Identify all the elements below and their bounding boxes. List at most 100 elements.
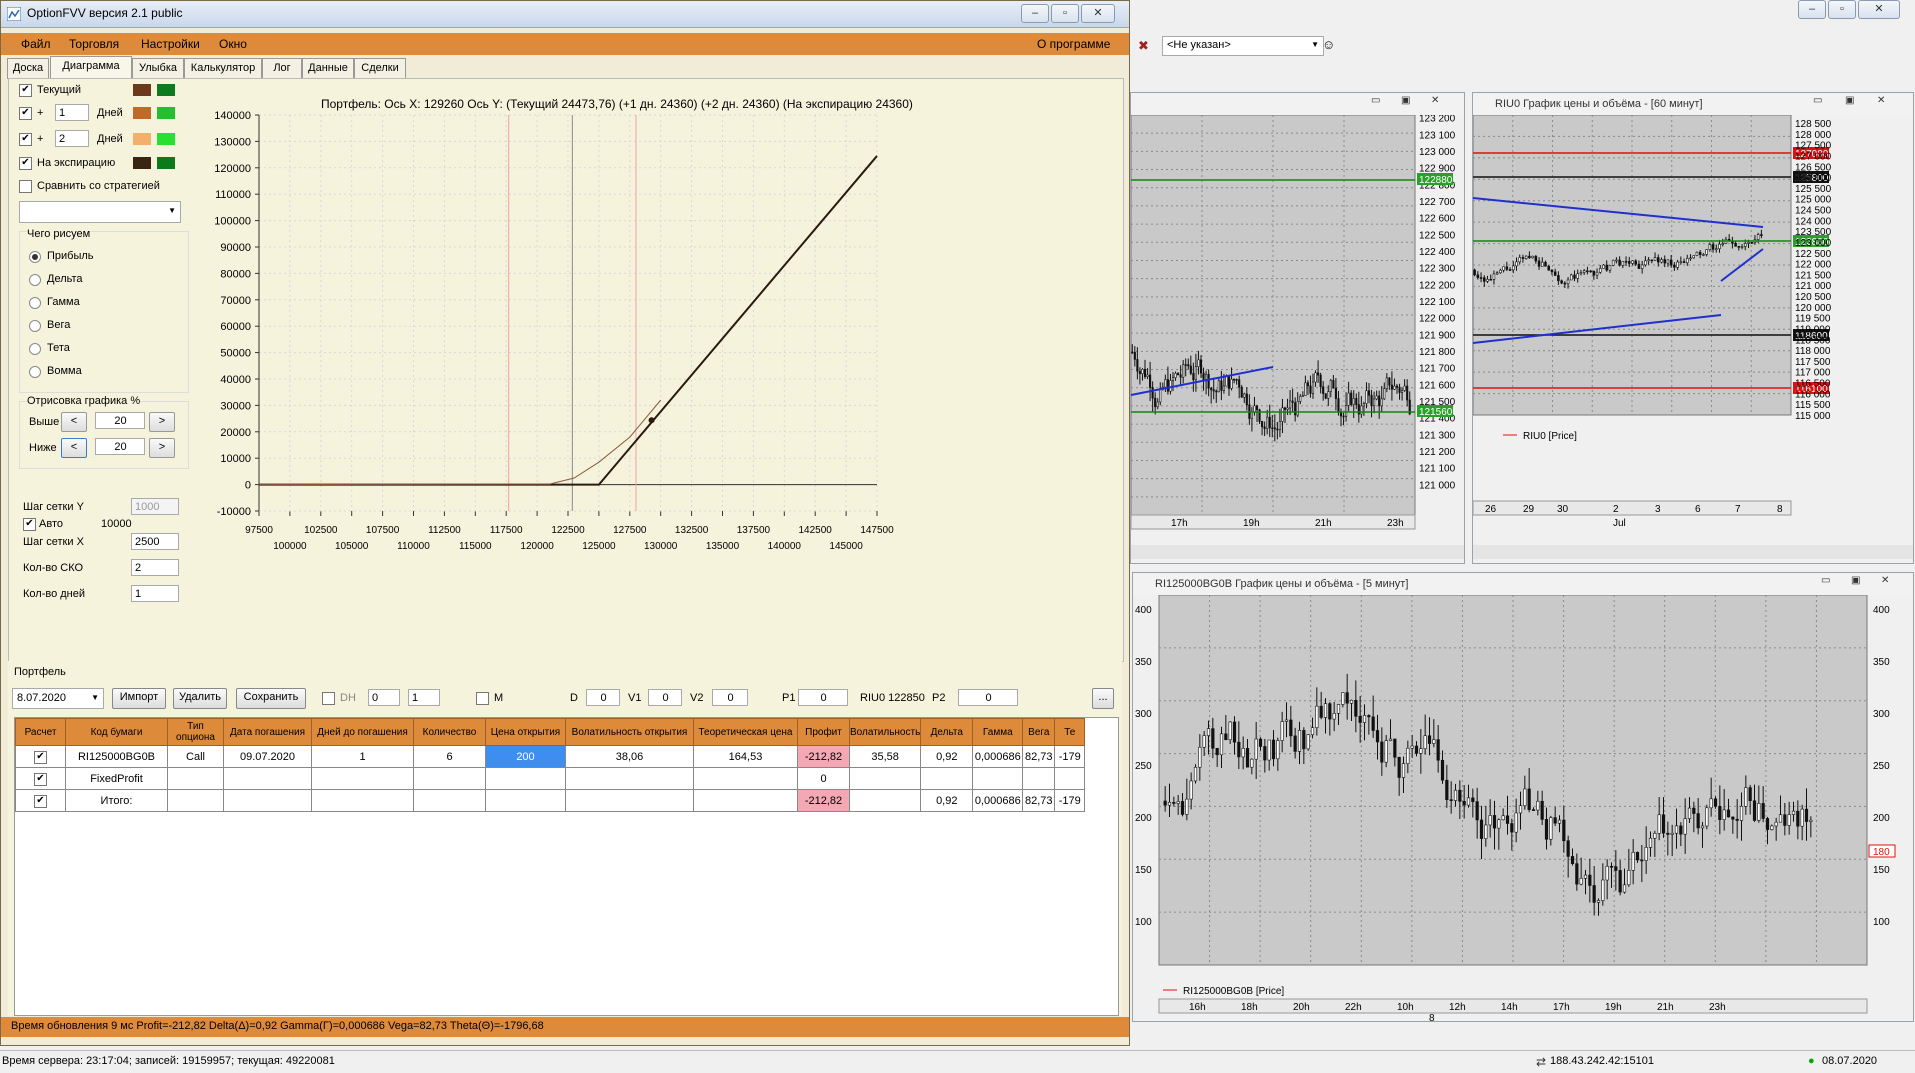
maximize-button[interactable]: ▫ [1051,4,1079,23]
column-header[interactable]: Волатильность открытия [565,718,694,746]
column-header[interactable]: Те [1054,718,1086,746]
chart1-minimize-button[interactable]: ▭ [1371,95,1380,106]
column-header[interactable]: Тип опциона [167,718,224,746]
table-cell[interactable]: 82,73 [1022,789,1056,812]
menu-settings[interactable]: Настройки [141,37,200,51]
chart2-close-button[interactable]: ✕ [1877,95,1885,106]
table-cell[interactable] [1054,767,1086,790]
table-cell[interactable]: Call [167,745,224,768]
dh-checkbox[interactable] [322,692,335,705]
table-cell[interactable]: 200 [485,745,566,768]
chart1-close-button[interactable]: ✕ [1431,95,1439,106]
table-cell[interactable]: 0,92 [920,745,974,768]
table-cell[interactable] [848,767,922,790]
table-cell[interactable]: 0,92 [920,789,974,812]
table-cell[interactable]: RI125000BG0B [65,745,168,768]
column-header[interactable]: Дельта [920,718,974,746]
table-cell[interactable] [311,789,414,812]
column-header[interactable]: Дней до погашения [311,718,414,746]
table-cell[interactable]: -179 [1054,745,1086,768]
table-row[interactable]: ✔ FixedProfit 0 [15,767,1086,790]
v2-input[interactable] [712,689,748,706]
table-cell[interactable]: -212,82 [797,745,850,768]
menu-file[interactable]: Файл [21,37,51,51]
column-header[interactable]: Расчет [15,718,66,746]
tab-calculator[interactable]: Калькулятор [184,58,262,79]
calc-checkbox[interactable]: ✔ [34,772,47,786]
table-cell[interactable]: 6 [413,745,486,768]
save-button[interactable]: Сохранить [236,688,306,709]
calc-checkbox[interactable]: ✔ [34,794,47,808]
table-cell[interactable]: -179 [1054,789,1086,812]
chart3-close-button[interactable]: ✕ [1881,575,1889,586]
table-cell[interactable]: 0 [797,767,850,790]
column-header[interactable]: Количество [413,718,486,746]
table-cell[interactable] [848,789,922,812]
menu-window[interactable]: Окно [219,37,247,51]
chart2-maximize-button[interactable]: ▣ [1845,95,1854,106]
more-button[interactable]: ... [1092,688,1114,709]
chart1-maximize-button[interactable]: ▣ [1401,95,1410,106]
table-cell[interactable] [167,767,224,790]
table-cell[interactable] [565,767,694,790]
table-cell[interactable] [485,767,566,790]
table-cell[interactable]: -212,82 [797,789,850,812]
chart2-minimize-button[interactable]: ▭ [1813,95,1822,106]
p1-input[interactable] [798,689,848,706]
table-cell[interactable]: FixedProfit [65,767,168,790]
table-cell[interactable] [223,767,312,790]
right-maximize-button[interactable]: ▫ [1828,0,1856,19]
table-cell[interactable] [1022,767,1056,790]
chart3-minimize-button[interactable]: ▭ [1821,575,1830,586]
column-header[interactable]: Профит [797,718,850,746]
tab-log[interactable]: Лог [262,58,302,79]
person-icon[interactable]: ☺ [1322,37,1335,52]
table-cell[interactable] [167,789,224,812]
table-cell[interactable] [223,789,312,812]
spin1-input[interactable] [368,689,400,706]
tab-smile[interactable]: Улыбка [132,58,184,79]
table-cell[interactable]: 35,58 [848,745,922,768]
tab-data[interactable]: Данные [302,58,354,79]
right-minimize-button[interactable]: – [1798,0,1826,19]
table-cell[interactable] [311,767,414,790]
v1-input[interactable] [648,689,682,706]
table-cell[interactable]: 0,000686 [972,745,1024,768]
column-header[interactable]: Гамма [972,718,1024,746]
table-cell[interactable]: 38,06 [565,745,694,768]
menu-about[interactable]: О программе [1037,37,1110,51]
table-cell[interactable]: Итого: [65,789,168,812]
table-cell[interactable]: 82,73 [1022,745,1056,768]
table-cell[interactable] [413,767,486,790]
delete-button[interactable]: Удалить [173,688,227,709]
p2-input[interactable] [958,689,1018,706]
import-button[interactable]: Импорт [112,688,166,709]
column-header[interactable]: Теоретическая цена [693,718,798,746]
spin2-input[interactable] [408,689,440,706]
minimize-button[interactable]: – [1021,4,1049,23]
table-cell[interactable] [693,789,798,812]
close-button[interactable]: ✕ [1081,4,1115,23]
table-cell[interactable]: 1 [311,745,414,768]
table-cell[interactable] [565,789,694,812]
table-cell[interactable] [693,767,798,790]
table-cell[interactable]: 09.07.2020 [223,745,312,768]
column-header[interactable]: Вега [1022,718,1056,746]
m-checkbox[interactable] [476,692,489,705]
right-close-button[interactable]: ✕ [1858,0,1900,19]
table-row[interactable]: ✔ RI125000BG0B Call 09.07.2020 1 6 200 38,06 164… [15,745,1086,768]
table-cell[interactable]: 0,000686 [972,789,1024,812]
tab-diagram[interactable]: Диаграмма [50,56,132,78]
table-cell[interactable]: 164,53 [693,745,798,768]
column-header[interactable]: Дата погашения [223,718,312,746]
calc-checkbox[interactable]: ✔ [34,750,47,764]
column-header[interactable]: Волатильность [848,718,922,746]
table-cell[interactable] [920,767,974,790]
table-cell[interactable] [485,789,566,812]
table-cell[interactable] [413,789,486,812]
menu-trade[interactable]: Торговля [69,37,119,51]
date-picker[interactable]: 8.07.2020 ▼ [12,688,104,709]
chart3-maximize-button[interactable]: ▣ [1851,575,1860,586]
tab-board[interactable]: Доска [7,58,49,79]
column-header[interactable]: Код бумаги [65,718,168,746]
